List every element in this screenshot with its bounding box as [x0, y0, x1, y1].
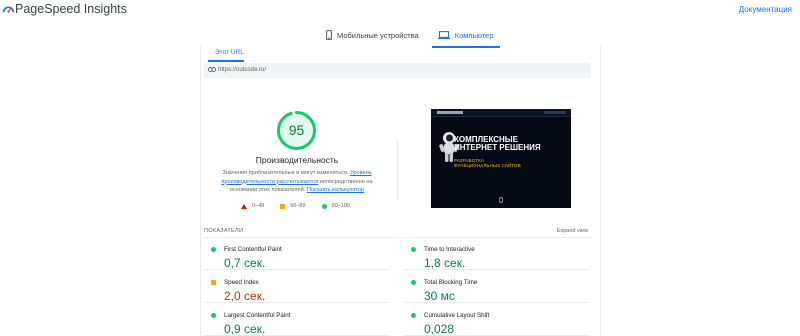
smartphone-icon	[326, 30, 332, 40]
performance-description: Значения приблизительные и могут изменят…	[211, 169, 383, 195]
metric-largest-contentful-paint: Largest Contentful Paint 0,9 сек.	[204, 304, 389, 336]
metric-name: Largest Contentful Paint	[224, 312, 291, 319]
laptop-icon	[437, 31, 450, 39]
app-title: PageSpeed Insights	[15, 2, 127, 16]
metric-total-blocking-time: Total Blocking Time 30 мс	[404, 271, 589, 303]
metric-cumulative-layout-shift: Cumulative Layout Shift 0,028	[404, 304, 589, 336]
pass-circle-icon	[411, 280, 416, 285]
device-tabs: Мобильные устройства Компьютер	[320, 24, 500, 48]
metric-name: First Contentful Paint	[224, 246, 282, 253]
expand-view-toggle[interactable]: Expand view	[557, 228, 588, 234]
legend-range-average: 50–89	[290, 203, 306, 209]
metric-value: 30 мс	[424, 289, 455, 303]
metric-speed-index: Speed Index 2,0 сек.	[204, 271, 389, 303]
legend-range-fail: 0–49	[252, 203, 265, 209]
scroll-mouse-icon	[499, 197, 503, 203]
metric-time-to-interactive: Time to Interactive 1,8 сек.	[404, 238, 589, 270]
tab-this-url-indicator	[208, 60, 244, 62]
page-screenshot: КОМПЛЕКСНЫЕ ИНТЕРНЕТ РЕШЕНИЯ РАЗРАБОТКА …	[431, 109, 571, 208]
performance-label: Производительность	[255, 155, 339, 165]
metric-value: 0,7 сек.	[224, 256, 266, 270]
screenshot-subheading: РАЗРАБОТКА ФУНКЦИОНАЛЬНЫХ САЙТОВ	[454, 158, 544, 168]
metrics-header: ПОКАЗАТЕЛИ	[204, 228, 244, 234]
pagespeed-logo-icon	[2, 6, 15, 13]
legend-item-fail: 0–49	[241, 203, 264, 209]
tab-desktop[interactable]: Компьютер	[431, 24, 500, 48]
metric-name: Time to Interactive	[424, 246, 475, 253]
legend-item-average: 50–89	[280, 203, 306, 209]
screenshot-navbar	[431, 109, 571, 117]
metric-name: Cumulative Layout Shift	[424, 312, 490, 319]
report-panel: Этот URL https://outcode.ru/ 95 Производ…	[200, 45, 601, 336]
metric-name: Total Blocking Time	[424, 279, 478, 286]
documentation-link[interactable]: Документация	[739, 5, 792, 14]
pass-circle-icon	[411, 247, 416, 252]
tab-mobile[interactable]: Мобильные устройства	[320, 24, 425, 46]
metric-value: 1,8 сек.	[424, 256, 466, 270]
metric-value: 0,028	[424, 322, 455, 336]
metric-value: 2,0 сек.	[224, 289, 266, 303]
pass-circle-icon	[211, 247, 216, 252]
tab-this-url[interactable]: Этот URL	[215, 49, 244, 56]
screenshot-nav-links	[544, 111, 566, 114]
url-bar: https://outcode.ru/	[204, 63, 591, 78]
tab-mobile-label: Мобильные устройства	[337, 30, 419, 40]
tab-desktop-label: Компьютер	[454, 30, 494, 40]
link-icon	[208, 67, 216, 72]
pass-circle-icon	[411, 313, 416, 318]
average-square-icon	[211, 280, 216, 285]
screenshot-sub-line-2: ФУНКЦИОНАЛЬНЫХ САЙТОВ	[454, 163, 521, 168]
section-divider	[397, 140, 398, 200]
pass-circle-icon	[211, 313, 216, 318]
screenshot-heading: КОМПЛЕКСНЫЕ ИНТЕРНЕТ РЕШЕНИЯ	[454, 136, 566, 152]
show-calculator-link[interactable]: Показать калькулятор	[307, 187, 364, 193]
metric-name: Speed Index	[224, 279, 259, 286]
performance-score: 95	[288, 122, 305, 138]
top-bar: PageSpeed Insights Документация	[0, 0, 800, 20]
screenshot-heading-line-2: ИНТЕРНЕТ РЕШЕНИЯ	[454, 143, 541, 152]
metric-value: 0,9 сек.	[224, 322, 266, 336]
desc-text-1: Значения приблизительные и могут изменят…	[222, 170, 349, 176]
triangle-icon	[241, 203, 247, 209]
circle-icon	[321, 203, 327, 209]
analyzed-url: https://outcode.ru/	[218, 67, 267, 73]
screenshot-logo	[437, 111, 463, 114]
legend-range-pass: 90–100	[331, 203, 350, 209]
metric-first-contentful-paint: First Contentful Paint 0,7 сек.	[204, 238, 389, 270]
legend-item-pass: 90–100	[321, 203, 350, 209]
square-icon	[280, 203, 286, 209]
score-legend: 0–49 50–89 90–100	[241, 203, 366, 209]
